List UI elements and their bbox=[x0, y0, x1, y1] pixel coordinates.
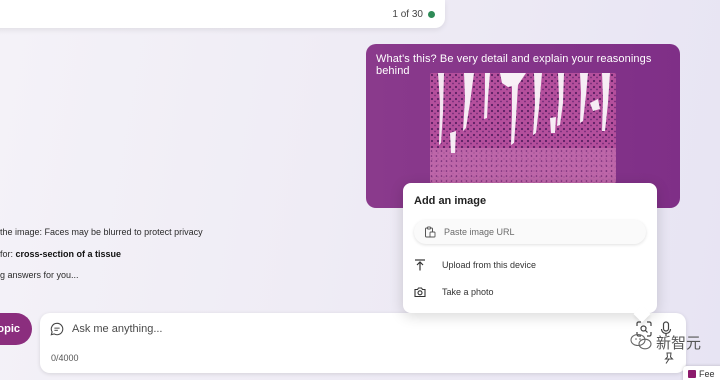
status-analyzing-image: the image: Faces may be blurred to prote… bbox=[0, 227, 203, 237]
turn-counter-text: 1 of 30 bbox=[392, 9, 423, 20]
new-topic-button[interactable]: opic bbox=[0, 313, 32, 345]
image-url-input[interactable] bbox=[444, 223, 634, 241]
camera-icon bbox=[414, 287, 426, 298]
chat-composer: 0/4000 bbox=[40, 313, 686, 373]
pin-icon[interactable] bbox=[663, 352, 675, 364]
watermark-text: 新智元 bbox=[656, 334, 702, 352]
status-generating: g answers for you... bbox=[0, 270, 79, 280]
chat-input[interactable] bbox=[72, 320, 592, 338]
upload-from-device-option[interactable]: Upload from this device bbox=[414, 255, 646, 275]
feedback-label: Fee bbox=[699, 369, 715, 379]
status-search-term: cross-section of a tissue bbox=[15, 249, 122, 259]
take-photo-label: Take a photo bbox=[442, 287, 494, 297]
turn-counter: 1 of 30 bbox=[392, 9, 435, 20]
conversation-counter-bar: 1 of 30 bbox=[0, 0, 445, 28]
character-counter: 0/4000 bbox=[51, 353, 79, 363]
status-searching-prefix: for: bbox=[0, 249, 16, 259]
feedback-button[interactable]: Fee bbox=[683, 366, 720, 380]
status-dot-icon bbox=[428, 11, 435, 18]
new-topic-label: opic bbox=[0, 323, 20, 335]
image-url-field[interactable] bbox=[414, 220, 646, 244]
status-searching: for: cross-section of a tissue bbox=[0, 249, 121, 259]
add-image-popover: Add an image Upload from this device Tak… bbox=[403, 183, 657, 323]
clipboard-paste-icon bbox=[425, 226, 436, 238]
feedback-icon bbox=[688, 370, 696, 378]
upload-label: Upload from this device bbox=[442, 260, 537, 270]
chat-icon bbox=[50, 322, 64, 336]
attached-tissue-image[interactable] bbox=[430, 73, 616, 183]
upload-icon bbox=[415, 259, 425, 271]
wechat-logo-icon bbox=[630, 333, 652, 350]
wechat-watermark: 新智元 bbox=[630, 332, 720, 352]
popover-title: Add an image bbox=[414, 195, 487, 207]
take-photo-option[interactable]: Take a photo bbox=[414, 282, 646, 302]
tissue-image-graphic bbox=[430, 73, 616, 183]
